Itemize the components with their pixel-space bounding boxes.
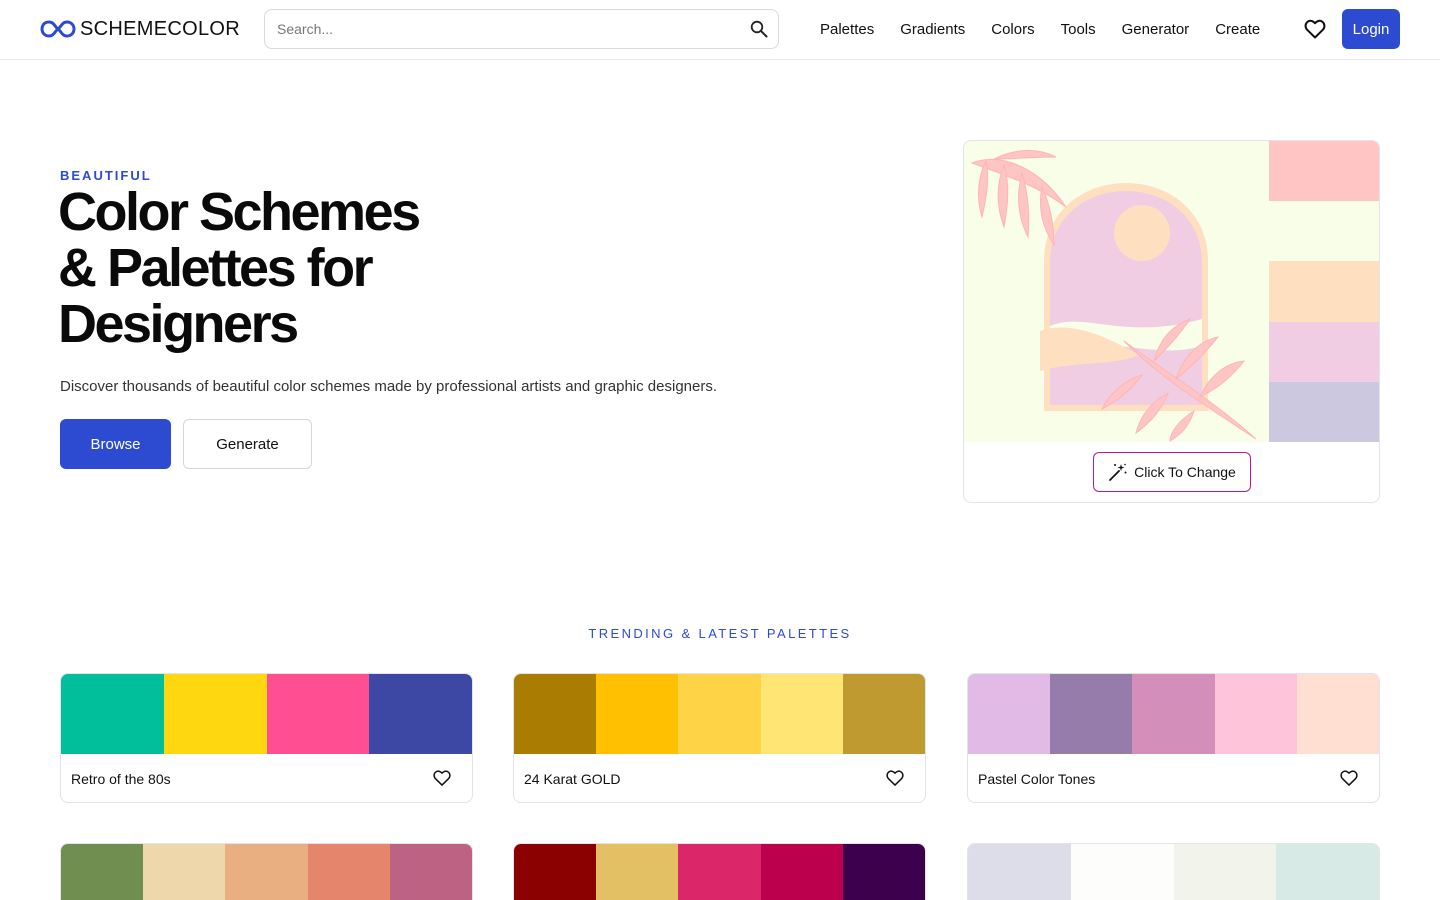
heart-icon[interactable] — [1303, 17, 1327, 41]
nav-create[interactable]: Create — [1202, 21, 1273, 38]
color-swatch[interactable] — [968, 844, 1071, 900]
preview-swatch-4[interactable] — [1269, 321, 1379, 382]
color-swatch[interactable] — [678, 844, 761, 900]
color-swatch[interactable] — [760, 674, 843, 754]
top-navbar: SCHEMECOLOR Palettes Gradients Colors To… — [0, 0, 1440, 60]
nav-palettes[interactable]: Palettes — [807, 21, 887, 38]
search-icon[interactable] — [750, 20, 768, 38]
nav-colors[interactable]: Colors — [978, 21, 1047, 38]
palette-color-strip — [1269, 141, 1379, 442]
palette-preview-card: Click To Change — [963, 140, 1380, 503]
palette-card[interactable] — [967, 843, 1380, 900]
hero-title-line-1: Color Schemes — [58, 182, 421, 242]
palette-swatches[interactable] — [968, 844, 1379, 900]
palette-swatches[interactable] — [968, 674, 1379, 754]
site-logo[interactable]: SCHEMECOLOR — [40, 14, 240, 44]
color-swatch[interactable] — [514, 844, 597, 900]
arch-illustration — [964, 141, 1269, 442]
color-swatch[interactable] — [1050, 674, 1133, 754]
palette-card[interactable] — [60, 843, 473, 900]
palette-card[interactable] — [513, 843, 926, 900]
color-swatch[interactable] — [1214, 674, 1297, 754]
color-swatch[interactable] — [1070, 844, 1174, 900]
search-input[interactable] — [277, 10, 747, 48]
palette-swatches[interactable] — [514, 674, 925, 754]
palette-name[interactable]: Retro of the 80s — [71, 771, 171, 787]
color-swatch[interactable] — [596, 844, 679, 900]
click-to-change-button[interactable]: Click To Change — [1093, 452, 1251, 492]
nav-tools[interactable]: Tools — [1048, 21, 1109, 38]
hero-title: Color Schemes & Palettes for Designers — [58, 184, 518, 352]
color-swatch[interactable] — [842, 844, 925, 900]
heart-icon[interactable] — [432, 768, 452, 788]
preview-swatch-5[interactable] — [1269, 381, 1379, 442]
trending-section-label: TRENDING & LATEST PALETTES — [588, 626, 852, 641]
preview-swatch-2[interactable] — [1269, 201, 1379, 262]
login-button[interactable]: Login — [1342, 9, 1400, 49]
palette-card-footer: Retro of the 80s — [61, 754, 472, 802]
color-swatch[interactable] — [307, 844, 390, 900]
preview-swatch-3[interactable] — [1269, 261, 1379, 322]
palette-card[interactable]: Retro of the 80s — [60, 673, 473, 803]
magic-wand-icon — [1109, 463, 1127, 481]
hero-title-line-3: Designers — [58, 294, 299, 354]
color-swatch[interactable] — [514, 674, 597, 754]
palette-swatches[interactable] — [514, 844, 925, 900]
color-swatch[interactable] — [389, 844, 472, 900]
color-swatch[interactable] — [61, 844, 144, 900]
color-swatch[interactable] — [1132, 674, 1215, 754]
palette-swatches[interactable] — [61, 674, 472, 754]
nav-gradients[interactable]: Gradients — [887, 21, 978, 38]
hero-eyebrow: BEAUTIFUL — [60, 168, 152, 183]
main-nav: Palettes Gradients Colors Tools Generato… — [807, 0, 1273, 58]
color-swatch[interactable] — [143, 844, 226, 900]
palette-card[interactable]: 24 Karat GOLD — [513, 673, 926, 803]
color-swatch[interactable] — [163, 674, 267, 754]
nav-generator[interactable]: Generator — [1109, 21, 1203, 38]
color-swatch[interactable] — [1296, 674, 1379, 754]
color-swatch[interactable] — [1173, 844, 1277, 900]
search-box — [264, 9, 779, 49]
color-swatch[interactable] — [596, 674, 679, 754]
color-swatch[interactable] — [266, 674, 370, 754]
infinity-logo-icon — [40, 20, 76, 38]
color-swatch[interactable] — [369, 674, 472, 754]
preview-swatch-1[interactable] — [1269, 141, 1379, 202]
palette-name[interactable]: 24 Karat GOLD — [524, 771, 621, 787]
color-swatch[interactable] — [842, 674, 925, 754]
generate-button[interactable]: Generate — [183, 419, 312, 469]
click-to-change-label: Click To Change — [1134, 464, 1236, 480]
palette-card[interactable]: Pastel Color Tones — [967, 673, 1380, 803]
palette-card-footer: Pastel Color Tones — [968, 754, 1379, 802]
color-swatch[interactable] — [968, 674, 1051, 754]
hero-title-line-2: & Palettes for — [58, 238, 374, 298]
palette-swatches[interactable] — [61, 844, 472, 900]
color-swatch[interactable] — [1276, 844, 1379, 900]
heart-icon[interactable] — [1339, 768, 1359, 788]
heart-icon[interactable] — [885, 768, 905, 788]
hero-subtitle: Discover thousands of beautiful color sc… — [60, 378, 718, 395]
browse-button[interactable]: Browse — [60, 419, 171, 469]
color-swatch[interactable] — [225, 844, 308, 900]
logo-text: SCHEMECOLOR — [80, 17, 240, 40]
color-swatch[interactable] — [61, 674, 164, 754]
color-swatch[interactable] — [760, 844, 843, 900]
palette-card-footer: 24 Karat GOLD — [514, 754, 925, 802]
palette-name[interactable]: Pastel Color Tones — [978, 771, 1095, 787]
color-swatch[interactable] — [678, 674, 761, 754]
